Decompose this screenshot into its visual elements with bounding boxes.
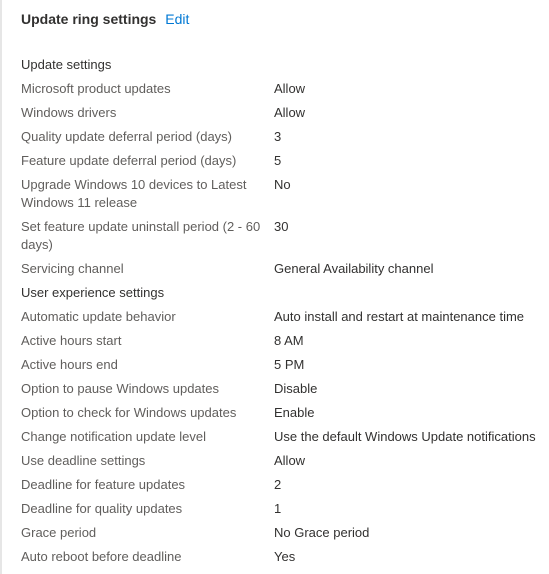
section-heading: User experience settings [21,285,165,300]
setting-value: Enable [274,405,315,420]
setting-label: Auto reboot before deadline [21,549,182,564]
setting-row: Deadline for quality updates 1 [21,497,549,521]
setting-label: Set feature update uninstall period (2 -… [21,219,261,252]
setting-row: Deadline for feature updates 2 [21,473,549,497]
setting-value: No Grace period [274,525,370,540]
setting-value: No [274,177,291,192]
setting-row: Automatic update behavior Auto install an… [21,305,549,329]
setting-label: Change notification update level [21,429,207,444]
setting-row: Use deadline settings Allow [21,449,549,473]
setting-row: Auto reboot before deadline Yes [21,545,549,569]
setting-value: Use the default Windows Update notificat… [274,429,536,444]
setting-label: Deadline for feature updates [21,477,186,492]
setting-value: 8 AM [274,333,304,348]
setting-label: Servicing channel [21,261,124,276]
setting-row: Grace period No Grace period [21,521,549,545]
setting-row: Option to check for Windows updates Enabl… [21,401,549,425]
setting-value: 3 [274,129,282,144]
setting-label: Active hours start [21,333,122,348]
setting-value: 5 [274,153,282,168]
setting-value: General Availability channel [274,261,434,276]
edit-link[interactable]: Edit [165,11,189,27]
setting-label: Option to pause Windows updates [21,381,220,396]
setting-label: Grace period [21,525,97,540]
panel-border [0,0,2,574]
setting-row: Change notification update level Use the … [21,425,549,449]
setting-label: Microsoft product updates [21,81,171,96]
setting-value: 5 PM [274,357,305,372]
page-title: Update ring settings [21,11,157,27]
setting-value: 1 [274,501,282,516]
setting-value: Auto install and restart at maintenance … [274,309,525,324]
setting-value: 30 [274,219,289,234]
setting-row: Option to pause Windows updates Disable [21,377,549,401]
setting-row: Active hours end 5 PM [21,353,549,377]
setting-row: Feature update deferral period (days) 5 [21,149,549,173]
setting-row: Upgrade Windows 10 devices to Latest Win… [21,173,549,215]
setting-value: Disable [274,381,318,396]
setting-label: Upgrade Windows 10 devices to Latest Win… [21,177,247,210]
setting-row: Active hours start 8 AM [21,329,549,353]
settings-list: Update settings Microsoft product updates… [21,53,549,569]
setting-label: Active hours end [21,357,118,372]
setting-row: Quality update deferral period (days) 3 [21,125,549,149]
setting-label: Windows drivers [21,105,117,120]
setting-row: Servicing channel General Availability ch… [21,257,549,281]
setting-value: Allow [274,453,306,468]
setting-label: Automatic update behavior [21,309,176,324]
setting-label: Deadline for quality updates [21,501,183,516]
setting-label: Quality update deferral period (days) [21,129,233,144]
setting-row: Windows drivers Allow [21,101,549,125]
setting-value: 2 [274,477,282,492]
setting-value: Yes [274,549,296,564]
setting-label: Feature update deferral period (days) [21,153,237,168]
section-heading: Update settings [21,57,112,72]
setting-label: Option to check for Windows updates [21,405,237,420]
settings-header: Update ring settings Edit [21,10,189,28]
setting-row: Microsoft product updates Allow [21,77,549,101]
setting-label: Use deadline settings [21,453,146,468]
setting-row: Set feature update uninstall period (2 -… [21,215,549,257]
setting-value: Allow [274,105,306,120]
setting-value: Allow [274,81,306,96]
